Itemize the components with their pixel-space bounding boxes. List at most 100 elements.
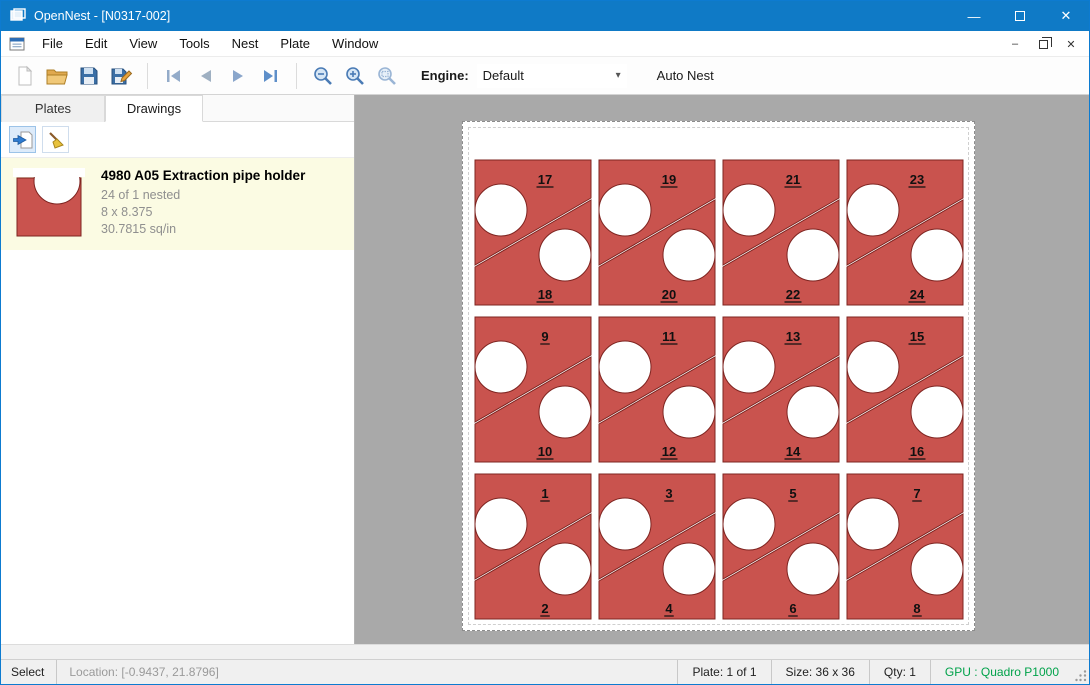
svg-text:11: 11 [662, 329, 676, 344]
open-button[interactable] [41, 60, 73, 92]
tab-drawings[interactable]: Drawings [105, 95, 203, 122]
close-button[interactable]: ✕ [1043, 1, 1089, 31]
status-plate: Plate: 1 of 1 [677, 660, 770, 684]
import-drawing-icon [13, 131, 33, 149]
clean-button[interactable] [42, 126, 69, 153]
go-last-button[interactable] [254, 60, 286, 92]
child-restore-icon [1039, 40, 1048, 49]
svg-text:22: 22 [786, 287, 800, 302]
status-size: Size: 36 x 36 [771, 660, 869, 684]
svg-text:18: 18 [538, 287, 552, 302]
minimize-icon: — [968, 9, 981, 24]
tab-plates[interactable]: Plates [1, 95, 105, 122]
status-gpu: GPU : Quadro P1000 [930, 660, 1073, 684]
close-icon: ✕ [1061, 8, 1072, 24]
svg-text:21: 21 [786, 172, 800, 187]
nest-canvas[interactable]: 171819202122232491011121314151612345678 [355, 95, 1089, 644]
menu-file[interactable]: File [31, 31, 74, 57]
title-bar: OpenNest - [N0317-002] — ✕ [1, 1, 1089, 31]
mdi-document-icon [9, 37, 25, 51]
go-previous-icon [196, 66, 216, 86]
svg-text:2: 2 [541, 601, 548, 616]
svg-text:23: 23 [910, 172, 924, 187]
save-edit-icon [110, 65, 133, 87]
left-panel: Plates Drawings [1, 95, 355, 644]
menu-view[interactable]: View [118, 31, 168, 57]
drawing-nested-count: 24 of 1 nested [101, 187, 305, 204]
open-folder-icon [45, 65, 69, 87]
toolbar-separator [147, 63, 148, 89]
svg-text:24: 24 [910, 287, 925, 302]
svg-text:13: 13 [786, 329, 800, 344]
drawing-title: 4980 A05 Extraction pipe holder [101, 168, 305, 183]
zoom-extent-icon [376, 65, 398, 87]
new-button[interactable] [9, 60, 41, 92]
go-previous-button[interactable] [190, 60, 222, 92]
go-last-icon [260, 66, 280, 86]
resize-grip-icon [1075, 670, 1087, 682]
svg-text:6: 6 [789, 601, 796, 616]
save-icon [78, 65, 100, 87]
child-minimize-button[interactable]: – [1003, 34, 1027, 54]
chevron-down-icon: ▾ [616, 70, 621, 81]
go-first-button[interactable] [158, 60, 190, 92]
drawing-list: 4980 A05 Extraction pipe holder 24 of 1 … [1, 158, 354, 644]
svg-text:8: 8 [913, 601, 920, 616]
menu-edit[interactable]: Edit [74, 31, 118, 57]
panel-tabs: Plates Drawings [1, 95, 354, 122]
go-next-button[interactable] [222, 60, 254, 92]
plate[interactable]: 171819202122232491011121314151612345678 [462, 121, 975, 631]
svg-text:12: 12 [662, 444, 676, 459]
status-location: Location: [-0.9437, 21.8796] [57, 665, 677, 679]
clean-broom-icon [46, 130, 66, 150]
child-close-icon: ✕ [1066, 38, 1075, 51]
menu-window[interactable]: Window [321, 31, 389, 57]
engine-label: Engine: [421, 68, 469, 83]
status-bar: Select Location: [-0.9437, 21.8796] Plat… [1, 659, 1089, 684]
drawing-list-item[interactable]: 4980 A05 Extraction pipe holder 24 of 1 … [1, 158, 354, 250]
svg-text:16: 16 [910, 444, 924, 459]
svg-text:7: 7 [913, 486, 920, 501]
menu-tools[interactable]: Tools [168, 31, 220, 57]
save-button[interactable] [73, 60, 105, 92]
svg-text:5: 5 [789, 486, 796, 501]
import-drawing-button[interactable] [9, 126, 36, 153]
auto-nest-button[interactable]: Auto Nest [649, 64, 722, 87]
drawing-thumbnail [13, 168, 85, 240]
maximize-button[interactable] [997, 1, 1043, 31]
menu-nest[interactable]: Nest [221, 31, 270, 57]
menu-bar: File Edit View Tools Nest Plate Window –… [1, 31, 1089, 57]
zoom-extent-button[interactable] [371, 60, 403, 92]
window-title: OpenNest - [N0317-002] [34, 9, 170, 23]
svg-text:20: 20 [662, 287, 676, 302]
save-edit-button[interactable] [105, 60, 137, 92]
zoom-in-button[interactable] [339, 60, 371, 92]
go-first-icon [164, 66, 184, 86]
toolbar-separator [296, 63, 297, 89]
status-mode: Select [1, 660, 57, 684]
zoom-out-button[interactable] [307, 60, 339, 92]
minimize-button[interactable]: — [951, 1, 997, 31]
svg-text:1: 1 [541, 486, 548, 501]
maximize-icon [1015, 11, 1025, 21]
go-next-icon [228, 66, 248, 86]
zoom-out-icon [312, 65, 334, 87]
svg-text:17: 17 [538, 172, 552, 187]
child-close-button[interactable]: ✕ [1059, 34, 1083, 54]
svg-text:19: 19 [662, 172, 676, 187]
child-minimize-icon: – [1012, 38, 1018, 50]
app-window: OpenNest - [N0317-002] — ✕ File Edit Vie… [0, 0, 1090, 685]
svg-text:15: 15 [910, 329, 924, 344]
status-qty: Qty: 1 [869, 660, 930, 684]
drawings-toolbar [1, 122, 354, 158]
svg-text:9: 9 [541, 329, 548, 344]
child-restore-button[interactable] [1031, 34, 1055, 54]
menu-plate[interactable]: Plate [269, 31, 321, 57]
resize-grip[interactable] [1073, 660, 1089, 684]
main-toolbar: Engine: Default ▾ Auto Nest [1, 57, 1089, 95]
svg-text:10: 10 [538, 444, 552, 459]
horizontal-scrollbar[interactable] [1, 644, 1089, 659]
nested-parts[interactable]: 171819202122232491011121314151612345678 [471, 154, 967, 625]
zoom-in-icon [344, 65, 366, 87]
engine-select[interactable]: Default ▾ [477, 64, 627, 88]
